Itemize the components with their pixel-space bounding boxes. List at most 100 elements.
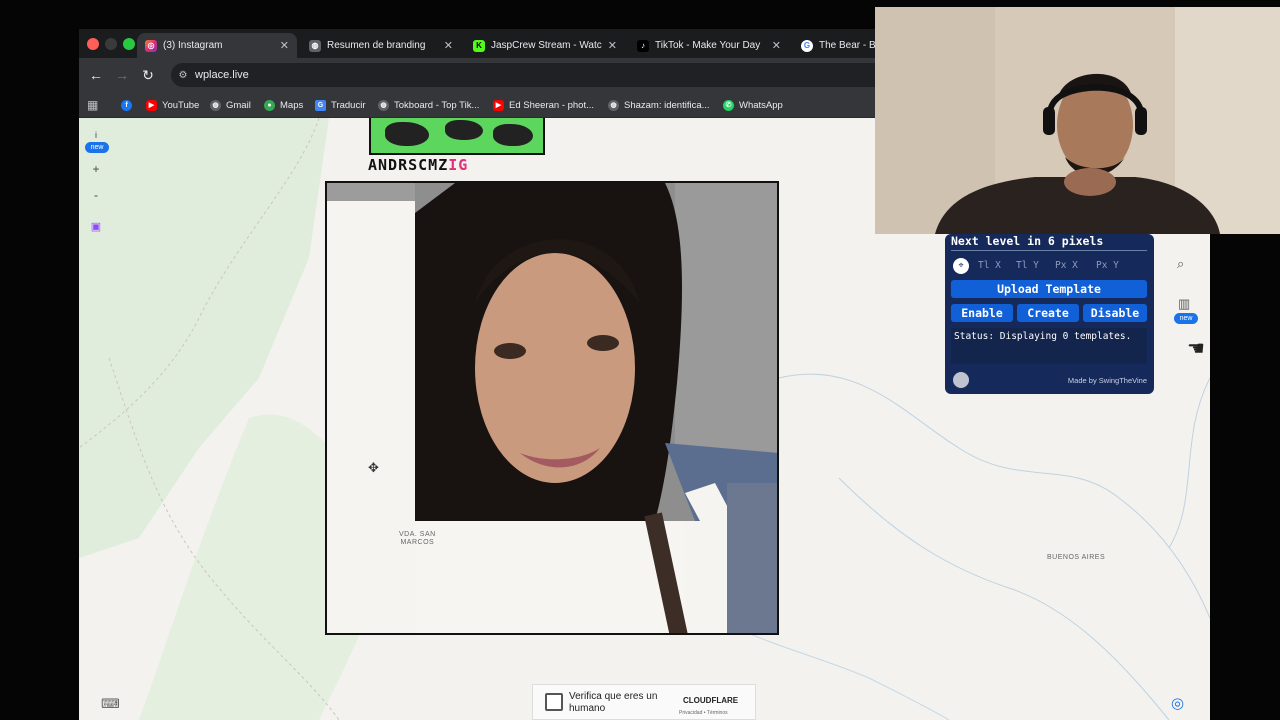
- pixel-portrait: [415, 183, 777, 521]
- bookmark-tokboard[interactable]: ◍ Tokboard - Top Tik...: [378, 97, 479, 113]
- tab-title: Resumen de branding: [327, 40, 426, 51]
- bookmark-whatsapp[interactable]: ✆ WhatsApp: [723, 97, 783, 113]
- address-bar[interactable]: ⚙ wplace.live: [171, 63, 931, 87]
- status-text: Status: Displaying 0 templates.: [951, 328, 1147, 364]
- bookmark-label: YouTube: [162, 99, 200, 111]
- youtube-icon: ▶: [146, 99, 157, 111]
- twitch-icon[interactable]: ▣: [85, 220, 107, 234]
- tab-title: JaspCrew Stream - Watch: [491, 40, 602, 51]
- tab-title: TikTok - Make Your Day: [655, 40, 761, 51]
- upload-template-button[interactable]: Upload Template: [951, 280, 1147, 298]
- disable-button[interactable]: Disable: [1083, 304, 1147, 322]
- info-button[interactable]: i: [85, 128, 107, 142]
- bookmark-label: Maps: [280, 99, 304, 111]
- tab-branding[interactable]: ◍ Resumen de branding ✕: [301, 33, 461, 58]
- webcam-feed: [875, 7, 1280, 234]
- forward-button[interactable]: →: [113, 66, 131, 84]
- new-badge: new: [1174, 313, 1198, 324]
- globe-icon: ◍: [210, 99, 221, 111]
- close-window-button[interactable]: [87, 38, 99, 50]
- captcha-label: Verifica que eres un humano: [569, 691, 658, 714]
- place-label: BUENOS AIRES: [1047, 554, 1106, 561]
- create-button[interactable]: Create: [1017, 304, 1079, 322]
- facebook-icon: f: [121, 99, 132, 111]
- bookmark-label: Shazam: identifica...: [624, 99, 710, 111]
- bookmark-label: Gmail: [226, 99, 251, 111]
- youtube-icon: ▶: [493, 99, 504, 111]
- credit-text: Made by SwingTheVine: [1067, 376, 1147, 385]
- leaderboard-icon[interactable]: ▥: [1178, 296, 1190, 312]
- bookmark-ed-sheeran[interactable]: ▶ Ed Sheeran - phot...: [493, 97, 594, 113]
- globe-icon: ◍: [309, 39, 321, 52]
- template-panel: Next level in 6 pixels ⌖ Tl X Tl Y Px X …: [945, 234, 1154, 394]
- captcha-checkbox[interactable]: [545, 693, 563, 711]
- bookmark-facebook[interactable]: f: [121, 97, 137, 113]
- whatsapp-icon: ✆: [723, 99, 734, 111]
- bookmark-label: Tokboard - Top Tik...: [394, 99, 480, 111]
- enable-button[interactable]: Enable: [951, 304, 1013, 322]
- url-text: wplace.live: [195, 69, 249, 81]
- globe-icon: ◍: [378, 99, 389, 111]
- banner-badge: IG: [448, 156, 469, 174]
- portrait-drawing: [415, 183, 777, 521]
- globe-icon: ◍: [608, 99, 619, 111]
- tab-the-bear[interactable]: G The Bear - Bu: [793, 33, 883, 58]
- pin-icon[interactable]: ⌖: [953, 258, 969, 274]
- minimize-window-button[interactable]: [105, 38, 117, 50]
- pixel-art-banner: [369, 118, 545, 155]
- bookmark-shazam[interactable]: ◍ Shazam: identifica...: [608, 97, 710, 113]
- zoom-in-button[interactable]: +: [85, 162, 107, 176]
- tile-y-input[interactable]: Tl Y: [1016, 258, 1050, 274]
- zoom-out-button[interactable]: -: [85, 188, 107, 202]
- bookmark-maps[interactable]: ● Maps: [264, 97, 303, 113]
- hair-strand-right: [727, 483, 777, 633]
- translate-icon: G: [315, 99, 326, 111]
- minimize-orb-icon[interactable]: [953, 372, 969, 388]
- webcam-overlay: [875, 7, 1280, 234]
- banner-name: ANDRSCMZ: [368, 156, 449, 174]
- reload-button[interactable]: ↻: [139, 66, 157, 84]
- cloudflare-logo: CLOUDFLARE: [683, 696, 739, 705]
- hand-cursor-icon: ☚: [1187, 338, 1205, 360]
- bookmark-label: WhatsApp: [739, 99, 783, 111]
- pixel-canvas-tile[interactable]: [325, 181, 779, 635]
- pixel-y-input[interactable]: Px Y: [1096, 258, 1130, 274]
- bookmark-label: Traducir: [331, 99, 366, 111]
- new-badge: new: [85, 142, 109, 153]
- crosshair-cursor-icon: ✥: [368, 460, 379, 475]
- tiktok-icon: ♪: [637, 39, 649, 52]
- tab-jaspcrew[interactable]: K JaspCrew Stream - Watch ✕: [465, 33, 625, 58]
- divider: [951, 250, 1147, 251]
- back-button[interactable]: ←: [87, 66, 105, 84]
- site-settings-icon[interactable]: ⚙: [171, 70, 195, 81]
- tab-title: (3) Instagram: [163, 40, 223, 51]
- kick-icon: K: [473, 39, 485, 52]
- maximize-window-button[interactable]: [123, 38, 135, 50]
- bookmark-traducir[interactable]: G Traducir: [315, 97, 366, 113]
- close-tab-icon[interactable]: ✕: [608, 39, 617, 52]
- close-tab-icon[interactable]: ✕: [444, 39, 453, 52]
- tab-instagram[interactable]: ◎ (3) Instagram ✕: [137, 33, 297, 58]
- level-progress-text: Next level in 6 pixels: [951, 234, 1104, 248]
- tab-tiktok[interactable]: ♪ TikTok - Make Your Day ✕: [629, 33, 789, 58]
- tab-title: The Bear - Bu: [819, 40, 875, 51]
- place-label: VDA. SAN MARCOS: [399, 531, 436, 546]
- instagram-icon: ◎: [145, 39, 157, 52]
- bookmark-gmail[interactable]: ◍ Gmail: [210, 97, 251, 113]
- search-icon[interactable]: ⌕: [1177, 256, 1184, 272]
- google-icon: G: [801, 39, 813, 52]
- bookmark-youtube[interactable]: ▶ YouTube: [146, 97, 199, 113]
- bookmark-label: Ed Sheeran - phot...: [509, 99, 595, 111]
- cloudflare-captcha: Verifica que eres un humano CLOUDFLARE P…: [532, 684, 756, 720]
- keyboard-icon[interactable]: ⌨: [101, 696, 120, 712]
- captcha-links[interactable]: Privacidad • Términos: [679, 710, 728, 716]
- close-tab-icon[interactable]: ✕: [280, 39, 289, 52]
- maps-icon: ●: [264, 99, 275, 111]
- tile-x-input[interactable]: Tl X: [978, 258, 1012, 274]
- locate-icon[interactable]: ◎: [1171, 694, 1184, 712]
- white-region-bottom: [415, 521, 685, 633]
- close-tab-icon[interactable]: ✕: [772, 39, 781, 52]
- pixel-x-input[interactable]: Px X: [1055, 258, 1089, 274]
- white-fill-region: [327, 183, 415, 201]
- apps-icon[interactable]: ▦: [87, 97, 98, 113]
